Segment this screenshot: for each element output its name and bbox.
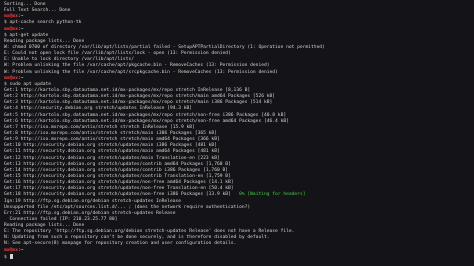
- terminal-window[interactable]: Sorting... Done Full Text Search... Done m…: [0, 0, 474, 266]
- progress-status: 0% [Waiting for headers]: [239, 192, 306, 198]
- prompt-path: :~: [17, 75, 24, 81]
- prompt-user: mx@mx: [4, 75, 18, 81]
- input-line: $: [4, 253, 470, 260]
- prompt-path: :~: [17, 26, 24, 32]
- prompt-user: mx@mx: [4, 26, 18, 32]
- prompt-path: :~: [17, 14, 24, 20]
- output-text: Get:18 http://security.debian.org stretc…: [4, 192, 240, 198]
- prompt-user: mx@mx: [4, 247, 18, 253]
- prompt-path: :~: [17, 247, 24, 253]
- prompt-user: mx@mx: [4, 14, 18, 20]
- text-cursor[interactable]: [9, 253, 13, 259]
